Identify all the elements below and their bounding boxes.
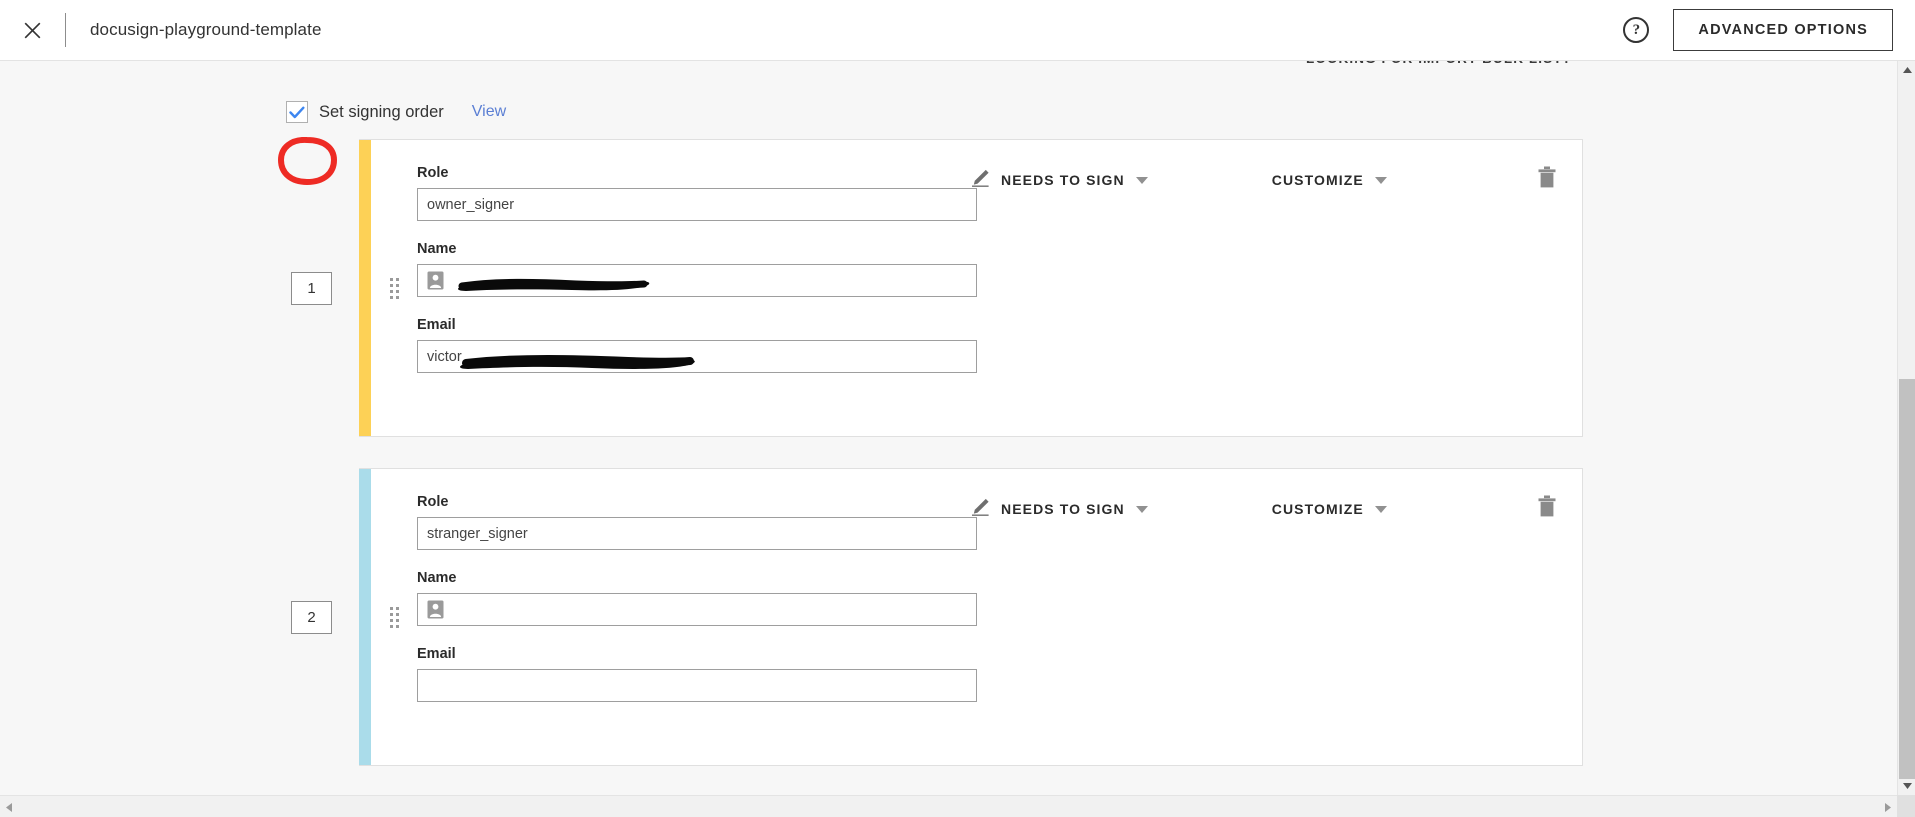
recipient-row: 1 Role owner_signer Name Email victor NE… [291,139,1583,437]
horizontal-scrollbar[interactable] [0,795,1915,817]
pen-icon [971,498,991,521]
recipient-accent-bar [359,469,371,765]
drag-dots-icon [389,277,399,299]
contact-card-icon[interactable] [427,600,444,619]
close-icon[interactable] [15,13,49,47]
caret-left-icon[interactable] [0,798,18,816]
email-label: Email [417,317,456,333]
recipient-action-dropdown[interactable]: NEEDS TO SIGN [971,498,1148,521]
role-input[interactable]: stranger_signer [417,517,977,550]
role-label: Role [417,494,449,510]
name-redaction-mark [456,270,656,296]
recipients-scroll-area: LOOKING FOR IMPORT BULK LIST? Set signin… [0,61,1897,795]
recipient-order-input[interactable]: 1 [291,271,332,305]
scrollbar-corner [1897,795,1915,817]
recipient-action-label: NEEDS TO SIGN [1001,172,1125,188]
app-header: docusign-playground-template ? ADVANCED … [0,0,1915,61]
caret-up-icon[interactable] [1898,61,1915,79]
trash-icon [1537,166,1557,194]
name-label: Name [417,241,457,257]
caret-right-icon[interactable] [1879,798,1897,816]
recipient-customize-label: CUSTOMIZE [1271,501,1364,517]
header-divider [65,13,66,47]
docusign-add-recipients-page: docusign-playground-template ? ADVANCED … [0,0,1915,817]
recipient-order-input[interactable]: 2 [291,600,332,634]
recipient-customize-dropdown[interactable]: CUSTOMIZE [1272,501,1387,517]
email-input[interactable]: victor [417,340,977,373]
name-input[interactable] [417,593,977,626]
name-input[interactable] [417,264,977,297]
caret-down-icon[interactable] [1898,777,1915,795]
import-bulk-list-hint[interactable]: LOOKING FOR IMPORT BULK LIST? [1306,61,1572,66]
chevron-down-icon [1135,505,1148,513]
vertical-scrollbar[interactable] [1897,61,1915,795]
header-actions: ? ADVANCED OPTIONS [1623,9,1893,51]
vertical-scrollbar-thumb[interactable] [1899,379,1915,779]
view-signing-order-link[interactable]: View [472,103,506,121]
recipient-row: 2 Role stranger_signer Name Email NEEDS … [291,468,1583,766]
set-signing-order-label: Set signing order [319,102,444,121]
pen-icon [971,169,991,192]
recipient-card: Role owner_signer Name Email victor NEED… [359,139,1583,437]
recipient-drag-handle[interactable] [371,469,417,765]
advanced-options-button[interactable]: ADVANCED OPTIONS [1673,9,1893,51]
chevron-down-icon [1374,505,1387,513]
chevron-down-icon [1374,176,1387,184]
recipient-card: Role stranger_signer Name Email NEEDS TO… [359,468,1583,766]
recipient-customize-label: CUSTOMIZE [1271,172,1364,188]
role-value: stranger_signer [427,525,528,542]
email-redaction-mark [458,347,698,372]
horizontal-scrollbar-thumb[interactable] [18,798,1853,816]
set-signing-order-checkbox[interactable] [286,101,308,123]
page-title: docusign-playground-template [90,20,322,39]
trash-icon [1537,495,1557,523]
delete-recipient-button[interactable] [1537,166,1557,194]
recipient-action-dropdown[interactable]: NEEDS TO SIGN [971,169,1148,192]
email-label: Email [417,646,456,662]
recipient-action-label: NEEDS TO SIGN [1001,501,1125,517]
email-input[interactable] [417,669,977,702]
role-input[interactable]: owner_signer [417,188,977,221]
role-label: Role [417,165,449,181]
delete-recipient-button[interactable] [1537,495,1557,523]
email-value: victor [427,348,462,365]
signing-order-row: Set signing order View [286,101,506,123]
recipient-controls: NEEDS TO SIGN CUSTOMIZE [971,166,1582,194]
recipient-controls: NEEDS TO SIGN CUSTOMIZE [971,495,1582,523]
recipient-accent-bar [359,140,371,436]
role-value: owner_signer [427,196,515,213]
name-label: Name [417,570,457,586]
chevron-down-icon [1135,176,1148,184]
recipient-fields: Role owner_signer Name Email victor [417,140,977,436]
contact-card-icon[interactable] [427,271,444,290]
recipient-customize-dropdown[interactable]: CUSTOMIZE [1272,172,1387,188]
help-icon[interactable]: ? [1623,17,1650,43]
recipient-fields: Role stranger_signer Name Email [417,469,977,765]
recipient-drag-handle[interactable] [371,140,417,436]
drag-dots-icon [389,606,399,628]
